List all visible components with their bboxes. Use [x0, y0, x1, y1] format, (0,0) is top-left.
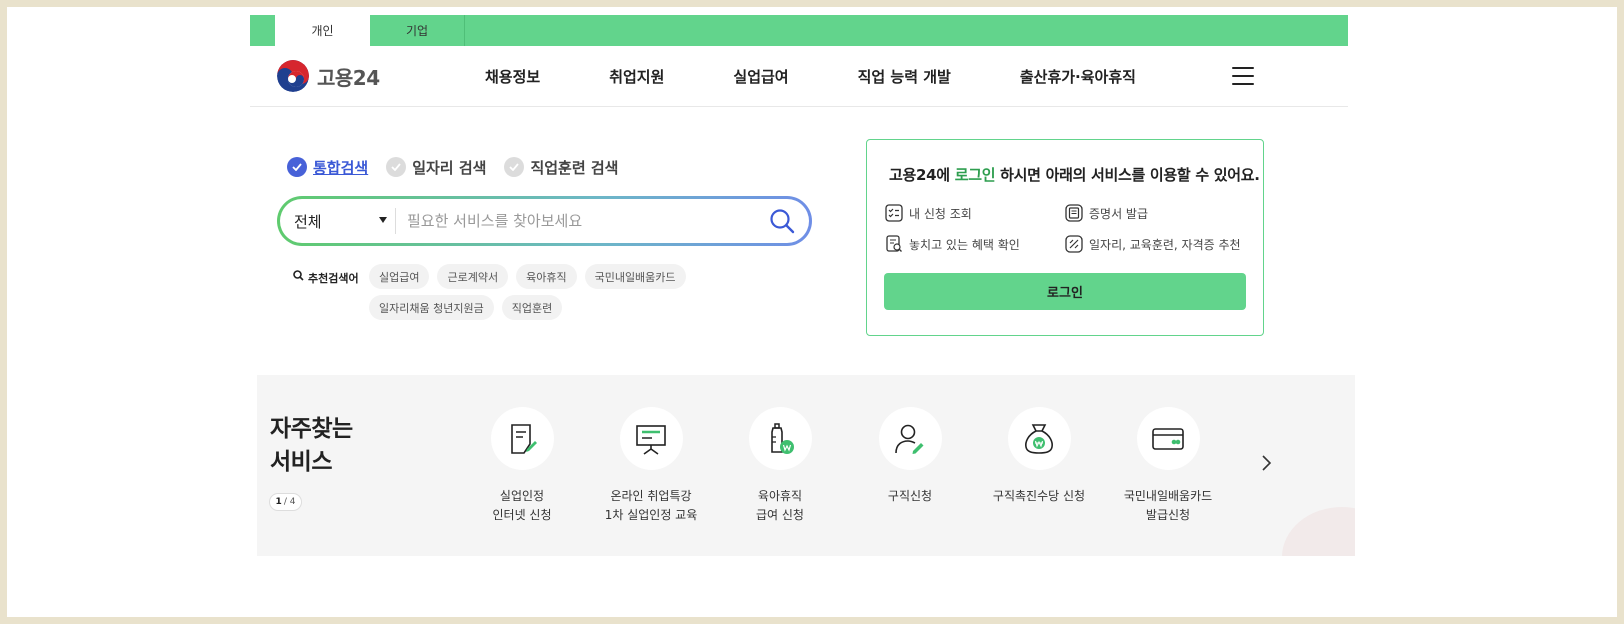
logo-text: 고용24 [317, 65, 380, 90]
nav-jobs[interactable]: 채용정보 [485, 66, 540, 87]
search-type-radios: 통합검색 일자리 검색 직업훈련 검색 [287, 155, 812, 179]
keyword-chip[interactable]: 일자리채움 청년지원금 [369, 295, 494, 320]
label-line: 1차 실업인정 교육 [604, 508, 698, 522]
login-card: 고용24에 로그인 하시면 아래의 서비스를 이용할 수 있어요. 내 신청 조… [866, 139, 1264, 336]
decorative-blob [1282, 507, 1355, 556]
recommended-label: 추천검색어 [277, 264, 369, 326]
login-title-highlight: 로그인 [954, 166, 996, 184]
service-tile-unemployment-recognition[interactable]: 실업인정 인터넷 신청 [457, 407, 587, 525]
document-edit-icon [490, 407, 554, 470]
keyword-chip[interactable]: 실업급여 [369, 264, 430, 289]
title-line: 자주찾는 [270, 416, 353, 442]
search-category-select[interactable]: 전체 [280, 208, 396, 234]
label-line: 실업인정 [499, 489, 545, 503]
service-label: 놓치고 있는 혜택 확인 [909, 237, 1020, 252]
tab-personal[interactable]: 개인 [275, 15, 370, 46]
login-title-pre: 고용24에 [889, 166, 955, 184]
site-header-wrap: 개인 기업 고용24 채용정보 취업지원 실업급여 직업 능력 개발 출산휴가·… [250, 15, 1348, 107]
audience-tab-bar: 개인 기업 [250, 15, 1348, 46]
baby-bottle-icon [748, 407, 812, 470]
login-button[interactable]: 로그인 [884, 273, 1246, 310]
recommended-label-text: 추천검색어 [308, 272, 359, 285]
radio-label: 일자리 검색 [412, 158, 487, 177]
label-line: 육아휴직 [757, 489, 803, 503]
search-input[interactable] [407, 212, 737, 230]
service-my-applications: 내 신청 조회 [885, 204, 972, 222]
site-logo[interactable]: 고용24 [277, 60, 380, 92]
page-current: 1 [275, 497, 282, 507]
service-tile-online-lecture[interactable]: 온라인 취업특강 1차 실업인정 교육 [586, 407, 716, 525]
tab-business[interactable]: 기업 [370, 15, 465, 46]
service-tile-job-seeking-allowance[interactable]: 구직촉진수당 신청 [974, 407, 1104, 506]
service-tile-learning-card[interactable]: 국민내일배움카드 발급신청 [1103, 407, 1233, 525]
keyword-chip[interactable]: 근로계약서 [437, 264, 509, 289]
search-section: 통합검색 일자리 검색 직업훈련 검색 전체 필요한 서비스를 찾아보세요 추천… [277, 155, 812, 326]
menu-icon[interactable] [1232, 67, 1254, 85]
nav-employment-support[interactable]: 취업지원 [609, 66, 664, 87]
carousel-pager: 1/ 4 [269, 493, 302, 511]
service-tile-label: 국민내일배움카드 발급신청 [1103, 487, 1233, 525]
keyword-chip[interactable]: 직업훈련 [501, 295, 563, 320]
service-tile-job-application[interactable]: 구직신청 [845, 407, 975, 506]
taegeuk-logo-icon [277, 60, 309, 92]
check-icon [386, 157, 407, 177]
service-label: 내 신청 조회 [909, 206, 972, 221]
frequent-services: 자주찾는 서비스 1/ 4 실업인정 인터넷 신청 온라인 취업특강 1차 실업… [257, 375, 1355, 556]
service-label: 일자리, 교육훈련, 자격증 추천 [1089, 237, 1241, 252]
page-total: / 4 [283, 497, 296, 507]
presentation-board-icon [619, 407, 683, 470]
main-nav: 채용정보 취업지원 실업급여 직업 능력 개발 출산휴가·육아휴직 [485, 46, 1136, 107]
money-bag-icon [1007, 407, 1071, 470]
check-icon [504, 157, 525, 177]
person-edit-icon [878, 407, 942, 470]
radio-label: 직업훈련 검색 [530, 158, 619, 177]
label-line: 인터넷 신청 [492, 508, 552, 522]
nav-skill-development[interactable]: 직업 능력 개발 [858, 66, 951, 87]
certificate-icon [1065, 204, 1083, 222]
service-certificates: 증명서 발급 [1065, 204, 1148, 222]
keyword-chip[interactable]: 국민내일배움카드 [584, 264, 686, 289]
radio-integrated-search[interactable]: 통합검색 [287, 157, 368, 178]
login-card-title: 고용24에 로그인 하시면 아래의 서비스를 이용할 수 있어요. [889, 164, 1260, 185]
service-tile-label: 온라인 취업특강 1차 실업인정 교육 [586, 487, 716, 525]
recommended-keywords: 추천검색어 실업급여 근로계약서 육아휴직 국민내일배움카드 일자리채움 청년지… [277, 264, 812, 326]
card-icon [1136, 407, 1200, 470]
title-line: 서비스 [270, 449, 332, 475]
service-label: 증명서 발급 [1089, 206, 1149, 221]
search-box-inner: 전체 [280, 199, 809, 243]
label-line: 발급신청 [1145, 508, 1191, 522]
service-tile-label: 실업인정 인터넷 신청 [457, 487, 587, 525]
nav-unemployment-benefit[interactable]: 실업급여 [733, 66, 788, 87]
service-tile-label: 구직신청 [845, 487, 975, 506]
search-small-icon [293, 270, 304, 281]
label-line: 급여 신청 [756, 508, 804, 522]
radio-training-search[interactable]: 직업훈련 검색 [504, 157, 618, 178]
nav-parental-leave[interactable]: 출산휴가·육아휴직 [1020, 66, 1136, 87]
search-box: 전체 [277, 196, 812, 246]
chevron-right-icon[interactable] [1258, 453, 1274, 473]
label-line: 온라인 취업특강 [610, 489, 692, 503]
check-icon [287, 157, 307, 177]
document-search-icon [886, 235, 902, 252]
recommend-icon [1065, 235, 1083, 253]
service-tile-label: 육아휴직 급여 신청 [715, 487, 845, 525]
service-tile-label: 구직촉진수당 신청 [974, 487, 1104, 506]
service-tile-parental-leave[interactable]: 육아휴직 급여 신청 [715, 407, 845, 525]
login-title-post: 하시면 아래의 서비스를 이용할 수 있어요. [995, 166, 1260, 184]
main-header: 고용24 채용정보 취업지원 실업급여 직업 능력 개발 출산휴가·육아휴직 [250, 46, 1348, 107]
radio-label: 통합검색 [313, 158, 369, 177]
search-icon[interactable] [769, 208, 795, 234]
service-recommendations: 일자리, 교육훈련, 자격증 추천 [1065, 235, 1241, 253]
label-line: 구직촉진수당 신청 [992, 489, 1086, 503]
label-line: 구직신청 [887, 489, 933, 503]
checklist-icon [885, 204, 903, 222]
keyword-chip[interactable]: 육아휴직 [516, 264, 577, 289]
caret-down-icon [379, 217, 387, 223]
label-line: 국민내일배움카드 [1123, 489, 1213, 503]
service-missed-benefits: 놓치고 있는 혜택 확인 [885, 235, 1020, 253]
select-value: 전체 [294, 212, 322, 231]
frequent-services-title: 자주찾는 서비스 [270, 413, 353, 479]
radio-job-search[interactable]: 일자리 검색 [386, 157, 486, 178]
keyword-chips: 실업급여 근로계약서 육아휴직 국민내일배움카드 일자리채움 청년지원금 직업훈… [369, 264, 809, 326]
